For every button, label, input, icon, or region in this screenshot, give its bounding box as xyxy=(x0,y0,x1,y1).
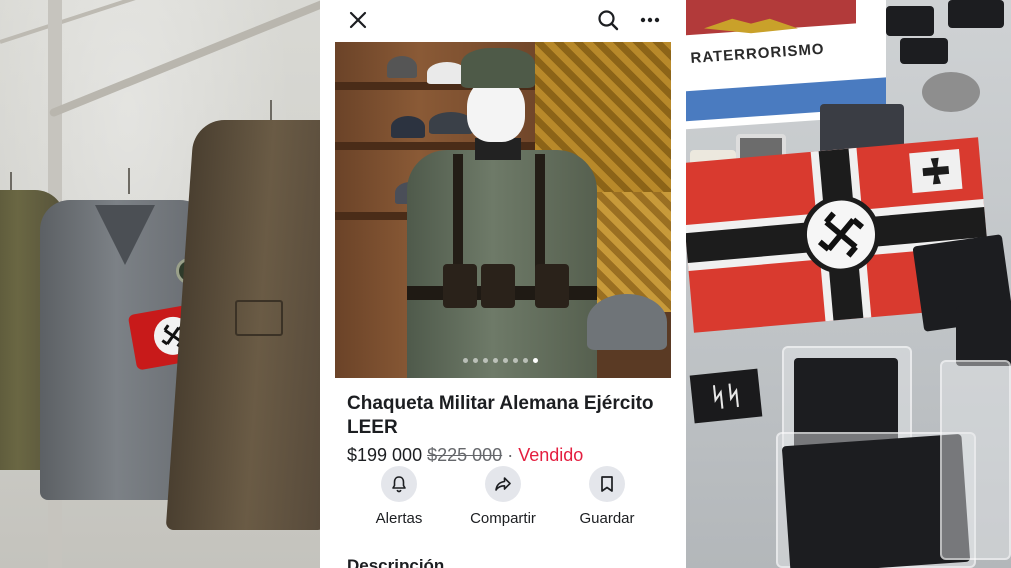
description-heading: Descripción xyxy=(347,556,445,568)
carousel-indicator[interactable] xyxy=(463,358,538,363)
share-icon xyxy=(495,477,511,491)
ammo-pouch xyxy=(535,264,569,308)
carousel-dot[interactable] xyxy=(503,358,508,363)
jacket-pocket xyxy=(235,300,283,336)
plastic-bag xyxy=(940,360,1011,560)
more-options-button[interactable] xyxy=(635,6,665,34)
original-price: $225 000 xyxy=(427,445,503,465)
eagle-patch xyxy=(956,306,1011,366)
carousel-dot[interactable] xyxy=(493,358,498,363)
top-bar xyxy=(321,0,685,40)
helmet xyxy=(587,294,667,350)
close-icon xyxy=(349,11,367,29)
insignia-patch xyxy=(886,6,934,36)
cap xyxy=(391,116,425,138)
save-label: Guardar xyxy=(579,510,635,527)
carousel-dot[interactable] xyxy=(483,358,488,363)
carousel-dot[interactable] xyxy=(473,358,478,363)
ammo-pouch xyxy=(443,264,477,308)
cap xyxy=(387,56,417,78)
sold-status: Vendido xyxy=(518,445,584,465)
share-label: Compartir xyxy=(470,510,536,527)
carousel-dot[interactable] xyxy=(513,358,518,363)
bookmark-icon xyxy=(601,476,613,492)
share-button[interactable]: Compartir xyxy=(453,466,553,527)
save-icon-circle xyxy=(589,466,625,502)
marketplace-listing-screen: Chaqueta Militar Alemana Ejército LEER $… xyxy=(321,0,685,568)
collar-tab-patch: ᛋᛋ xyxy=(689,368,763,424)
insignia-patch xyxy=(948,0,1004,28)
product-image-carousel[interactable] xyxy=(335,42,671,378)
close-button[interactable] xyxy=(343,6,373,34)
listing-title: Chaqueta Militar Alemana Ejército LEER xyxy=(347,393,654,438)
left-photo xyxy=(0,0,320,568)
alerts-label: Alertas xyxy=(375,510,423,527)
search-icon xyxy=(598,10,619,31)
more-icon xyxy=(640,17,660,23)
action-bar: Alertas Compartir Guardar xyxy=(321,466,685,530)
flag-corner-cross xyxy=(909,148,963,194)
carousel-dot[interactable] xyxy=(523,358,528,363)
search-button[interactable] xyxy=(593,6,623,34)
cross-symbol-icon xyxy=(817,211,865,258)
right-photo: RATERRORISMO ᛋᛋ xyxy=(686,0,1011,568)
insignia-patch xyxy=(900,38,948,64)
flag-disc xyxy=(798,192,884,277)
carousel-dot[interactable] xyxy=(463,358,468,363)
hanger-hook xyxy=(128,168,130,194)
alerts-icon-circle xyxy=(381,466,417,502)
bell-icon xyxy=(392,476,406,493)
metal-badge xyxy=(922,72,980,112)
price-row: $199 000 $225 000 · Vendido xyxy=(347,444,583,466)
ammo-pouch xyxy=(481,264,515,308)
save-button[interactable]: Guardar xyxy=(557,466,657,527)
field-cap xyxy=(461,48,535,88)
price-separator: · xyxy=(507,445,514,465)
share-icon-circle xyxy=(485,466,521,502)
alerts-button[interactable]: Alertas xyxy=(349,466,449,527)
current-price: $199 000 xyxy=(347,445,423,465)
carousel-dot[interactable] xyxy=(533,358,538,363)
iron-cross-icon xyxy=(922,157,950,185)
